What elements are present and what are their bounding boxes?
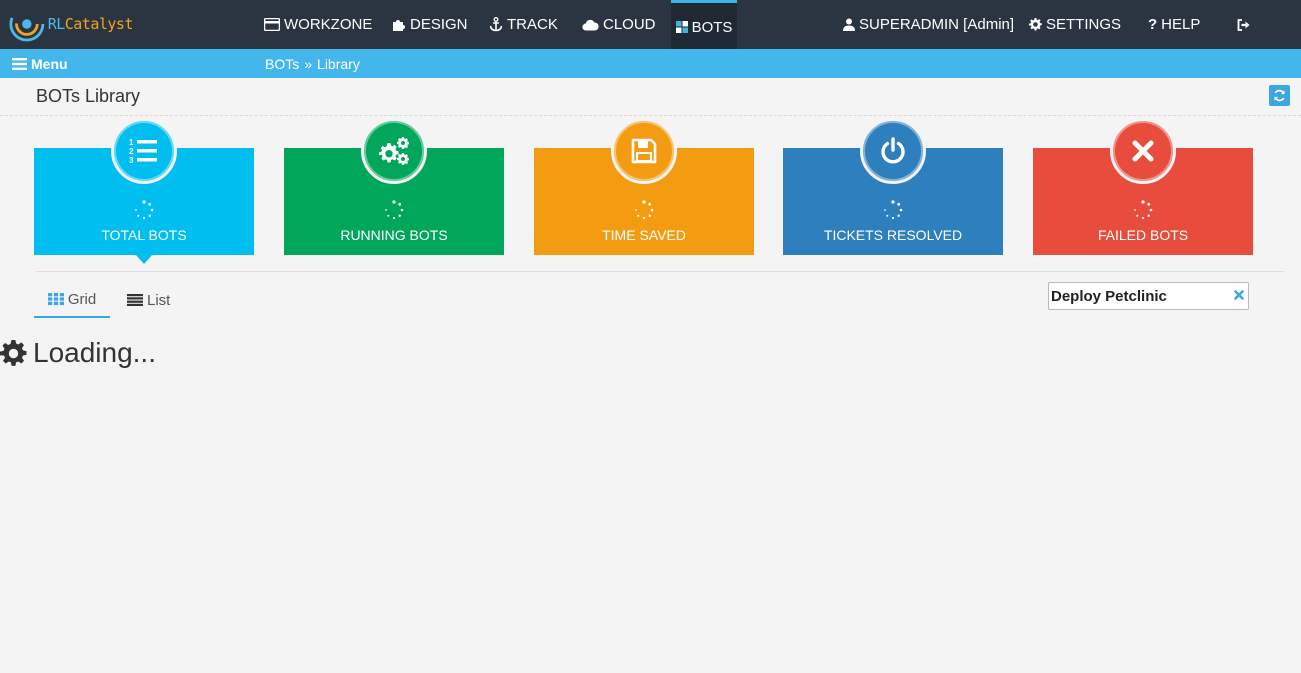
anchor-icon — [489, 17, 503, 32]
puzzle-icon — [393, 19, 405, 31]
card-time-saved-badge — [611, 118, 677, 184]
nav-bots[interactable]: BOTS — [671, 0, 737, 49]
svg-text:1: 1 — [129, 138, 134, 147]
top-navbar: RLCatalyst WORKZONE DESIGN TRACK CLOUD B… — [0, 0, 1301, 49]
sub-navbar: Menu BOTs » Library — [0, 49, 1301, 78]
logo-swirl-icon — [9, 6, 45, 42]
breadcrumb: BOTs » Library — [265, 49, 360, 78]
hamburger-icon — [12, 57, 27, 70]
nav-user-label: SUPERADMIN [Admin] — [859, 16, 1015, 33]
tab-grid-label: Grid — [67, 290, 97, 308]
list-icon — [127, 294, 143, 306]
svg-text:2: 2 — [129, 147, 134, 156]
spinner-icon — [385, 200, 404, 220]
nav-bots-label: BOTS — [691, 18, 733, 36]
card-failed-bots[interactable]: FAILED BOTS — [1033, 118, 1253, 255]
spinner-icon — [635, 200, 654, 220]
tab-list-label: List — [147, 291, 171, 309]
refresh-button[interactable] — [1269, 85, 1290, 106]
question-icon: ? — [1148, 16, 1158, 33]
logo-rl: RL — [47, 15, 66, 33]
nav-settings-label: SETTINGS — [1046, 16, 1122, 33]
card-running-bots-badge — [361, 118, 427, 184]
card-total-bots-label: TOTAL BOTS — [101, 227, 187, 243]
rlcatalyst-logo[interactable]: RLCatalyst — [8, 4, 134, 44]
clear-search-icon[interactable] — [1232, 288, 1246, 302]
gear-icon — [1029, 18, 1042, 31]
card-failed-bots-badge — [1110, 118, 1176, 184]
refresh-icon — [1274, 89, 1285, 102]
ordered-list-icon: 1 2 3 — [129, 138, 157, 165]
nav-design[interactable]: DESIGN — [392, 0, 468, 49]
user-icon — [843, 18, 855, 31]
loading-text: Loading... — [33, 337, 156, 368]
card-running-bots[interactable]: RUNNING BOTS — [284, 118, 504, 255]
card-tickets-resolved-label: TICKETS RESOLVED — [823, 227, 963, 243]
spinner-icon — [135, 200, 154, 220]
breadcrumb-library: Library — [317, 55, 360, 72]
nav-help-label: HELP — [1161, 16, 1201, 33]
nav-workzone[interactable]: WORKZONE — [264, 0, 372, 49]
sign-out-icon — [1237, 18, 1250, 31]
card-total-bots-badge: 1 2 3 — [111, 118, 177, 184]
floppy-disk-icon — [631, 138, 657, 164]
nav-track-label: TRACK — [507, 16, 558, 33]
nav-user[interactable]: SUPERADMIN [Admin] — [843, 0, 1014, 49]
logout-button[interactable] — [1237, 0, 1254, 49]
gears-icon — [379, 137, 409, 165]
nav-cloud[interactable]: CLOUD — [582, 0, 656, 49]
tab-list[interactable]: List — [127, 282, 170, 318]
nav-design-label: DESIGN — [410, 16, 468, 33]
nav-workzone-label: WORKZONE — [284, 16, 373, 33]
loading-indicator: Loading... — [0, 337, 156, 369]
card-time-saved[interactable]: TIME SAVED — [534, 118, 754, 255]
svg-text:3: 3 — [129, 156, 134, 165]
gear-icon — [0, 339, 27, 366]
close-icon — [1132, 140, 1154, 162]
bots-icon — [675, 21, 688, 33]
nav-settings[interactable]: SETTINGS — [1029, 0, 1121, 49]
card-total-bots[interactable]: 1 2 3 TOTAL BOTS — [34, 118, 254, 264]
card-running-bots-label: RUNNING BOTS — [340, 227, 448, 243]
cards-divider — [36, 271, 1284, 272]
logo-text: RLCatalyst — [47, 15, 134, 33]
power-icon — [881, 137, 905, 164]
spinner-icon — [884, 200, 903, 220]
logo-catalyst: Catalyst — [64, 15, 134, 33]
breadcrumb-separator: » — [304, 55, 313, 72]
spinner-icon — [1134, 200, 1153, 220]
card-tickets-resolved-badge — [860, 118, 926, 184]
credit-card-icon — [264, 18, 280, 31]
search-box — [1048, 282, 1249, 310]
nav-help[interactable]: ? HELP — [1148, 0, 1200, 49]
search-input[interactable] — [1051, 284, 1231, 308]
nav-cloud-label: CLOUD — [603, 16, 656, 33]
card-time-saved-label: TIME SAVED — [602, 227, 686, 243]
card-failed-bots-label: FAILED BOTS — [1097, 227, 1189, 243]
menu-button[interactable]: Menu — [12, 49, 68, 78]
menu-label: Menu — [31, 55, 68, 72]
card-active-pointer — [136, 255, 152, 264]
page-title: BOTs Library — [36, 86, 141, 106]
grid-icon — [47, 293, 64, 305]
tab-grid[interactable]: Grid — [34, 282, 110, 318]
cloud-icon — [582, 19, 599, 31]
nav-track[interactable]: TRACK — [489, 0, 558, 49]
breadcrumb-bots[interactable]: BOTs — [265, 56, 299, 72]
card-tickets-resolved[interactable]: TICKETS RESOLVED — [783, 118, 1003, 255]
title-divider — [0, 115, 1301, 116]
